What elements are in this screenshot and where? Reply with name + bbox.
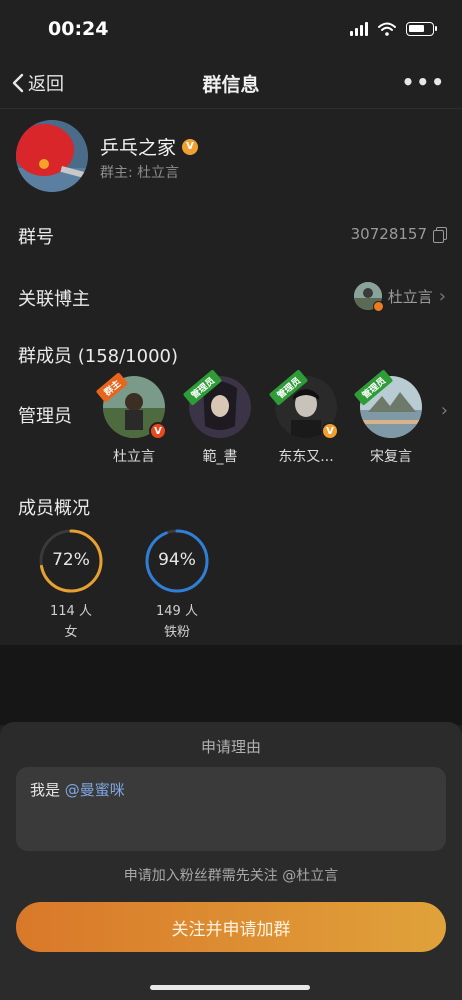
stat-count: 114 人 — [50, 604, 92, 619]
admin-name: 杜立言 — [113, 449, 155, 465]
verified-badge-icon: V — [149, 422, 167, 440]
reason-input[interactable]: 我是 @曼蜜咪 — [16, 767, 446, 851]
linked-blogger-row[interactable]: 杜立言 › — [353, 282, 446, 312]
group-id-value: 30728157 — [350, 225, 427, 243]
verified-dot-icon — [372, 301, 384, 312]
stat-count: 149 人 — [156, 604, 198, 619]
linked-blogger-label: 关联博主 — [18, 289, 90, 310]
members-label[interactable]: 群成员 (158/1000) — [18, 342, 178, 368]
copy-icon — [433, 227, 447, 243]
linked-blogger-name: 杜立言 — [387, 287, 433, 306]
group-owner-line: 群主: 杜立言 — [100, 165, 180, 181]
group-name-text: 乒乓之家 — [100, 137, 177, 159]
stat-label: 铁粉 — [163, 625, 190, 640]
follow-requirement-note: 申请加入粉丝群需先关注 @杜立言 — [123, 868, 339, 884]
admins-more-chevron-icon[interactable]: › — [441, 400, 448, 421]
wifi-icon — [378, 22, 396, 36]
admin-name: 东东又... — [278, 449, 334, 465]
battery-icon — [406, 22, 437, 36]
apply-sheet: 申请理由 我是 @曼蜜咪 申请加入粉丝群需先关注 @杜立言 关注并申请加群 — [0, 722, 462, 1000]
follow-and-join-button[interactable]: 关注并申请加群 — [16, 902, 446, 952]
group-id-copy[interactable]: 30728157 — [350, 225, 447, 243]
admin-avatar: 管理员 — [182, 369, 251, 438]
stat-iron-fans: 94% 149 人 铁粉 — [144, 528, 210, 640]
status-time: 00:24 — [48, 18, 109, 40]
page-title: 群信息 — [202, 74, 260, 96]
member-overview-label: 成员概况 — [18, 498, 90, 519]
stat-label: 女 — [64, 625, 78, 640]
group-id-label: 群号 — [18, 227, 54, 248]
verified-badge-icon: V — [321, 422, 339, 440]
status-bar: 00:24 — [0, 0, 462, 58]
chevron-right-icon: › — [438, 285, 446, 307]
admins-label: 管理员 — [18, 406, 72, 427]
group-avatar[interactable] — [16, 120, 88, 192]
ping-pong-paddle-image — [16, 120, 88, 192]
status-icons — [350, 22, 437, 36]
verified-badge-icon: V — [182, 138, 199, 155]
reason-mention: @曼蜜咪 — [64, 781, 125, 799]
cellular-signal-icon — [350, 22, 368, 36]
stat-percent: 72% — [52, 550, 90, 570]
group-name: 乒乓之家 V — [100, 133, 199, 160]
home-indicator[interactable] — [150, 985, 310, 990]
more-options-button[interactable]: ••• — [402, 70, 446, 94]
reason-prefix: 我是 — [30, 781, 65, 799]
admin-name: 範_書 — [202, 449, 238, 465]
admin-item[interactable]: 管理员 範_書 — [182, 369, 253, 466]
admin-avatar: 群主 V — [95, 372, 167, 440]
nav-divider — [0, 108, 462, 109]
admin-item[interactable]: 管理员 V 东东又... — [268, 369, 339, 466]
dim-overlay[interactable] — [0, 645, 462, 725]
admin-avatar: 管理员 — [353, 369, 422, 438]
admin-name: 宋复言 — [370, 449, 412, 465]
admin-item[interactable]: 管理员 宋复言 — [353, 369, 424, 466]
admin-item[interactable]: 群主 V 杜立言 — [95, 372, 167, 466]
linked-blogger-avatar — [353, 282, 384, 312]
stat-female: 72% 114 人 女 — [38, 528, 104, 640]
nav-bar: 返回 群信息 ••• — [0, 58, 462, 108]
sheet-title: 申请理由 — [200, 738, 261, 756]
screen: 00:24 返回 群信息 ••• 乒乓之家 V 群主: 杜立言 群号 30728… — [0, 0, 462, 1000]
stat-percent: 94% — [158, 550, 196, 570]
admin-avatar: 管理员 V — [268, 369, 339, 440]
